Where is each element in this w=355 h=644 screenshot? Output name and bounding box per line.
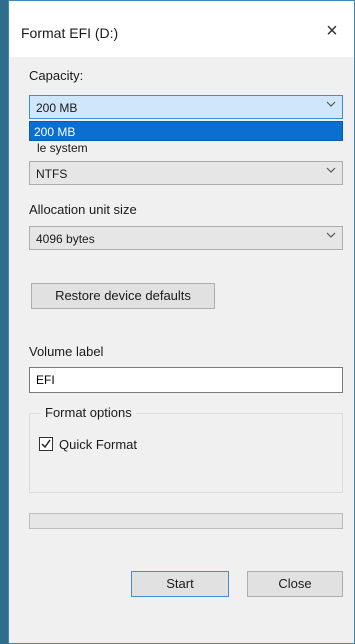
quick-format-checkbox[interactable]	[39, 437, 53, 451]
dialog-title: Format EFI (D:)	[21, 25, 119, 41]
check-icon	[41, 439, 51, 449]
format-options-group	[29, 413, 343, 493]
capacity-value: 200 MB	[36, 101, 78, 115]
progress-bar	[29, 513, 343, 529]
restore-defaults-button[interactable]: Restore device defaults	[31, 283, 215, 309]
chevron-down-icon	[326, 99, 336, 112]
capacity-option[interactable]: 200 MB	[29, 121, 343, 141]
allocation-dropdown[interactable]: 4096 bytes	[29, 226, 343, 250]
format-dialog: Format EFI (D:) × Capacity: 200 MB 200 M…	[8, 0, 355, 644]
close-icon[interactable]: ×	[320, 19, 344, 43]
capacity-dropdown[interactable]: 200 MB	[29, 95, 343, 119]
file-system-value: NTFS	[36, 167, 68, 181]
format-options-legend: Format options	[41, 405, 136, 420]
start-button[interactable]: Start	[131, 571, 229, 597]
capacity-option-label: 200 MB	[34, 125, 76, 139]
volume-label-title: Volume label	[29, 344, 104, 359]
close-button[interactable]: Close	[247, 571, 343, 597]
volume-label-input[interactable]: EFI	[29, 367, 343, 393]
file-system-dropdown[interactable]: NTFS	[29, 161, 343, 185]
capacity-label: Capacity:	[29, 68, 84, 83]
chevron-down-icon	[326, 230, 336, 243]
allocation-value: 4096 bytes	[36, 232, 95, 246]
title-bar: Format EFI (D:) ×	[9, 1, 354, 57]
chevron-down-icon	[326, 165, 336, 178]
file-system-label: le system	[37, 141, 88, 155]
quick-format-label: Quick Format	[59, 437, 138, 452]
allocation-label: Allocation unit size	[29, 202, 137, 217]
